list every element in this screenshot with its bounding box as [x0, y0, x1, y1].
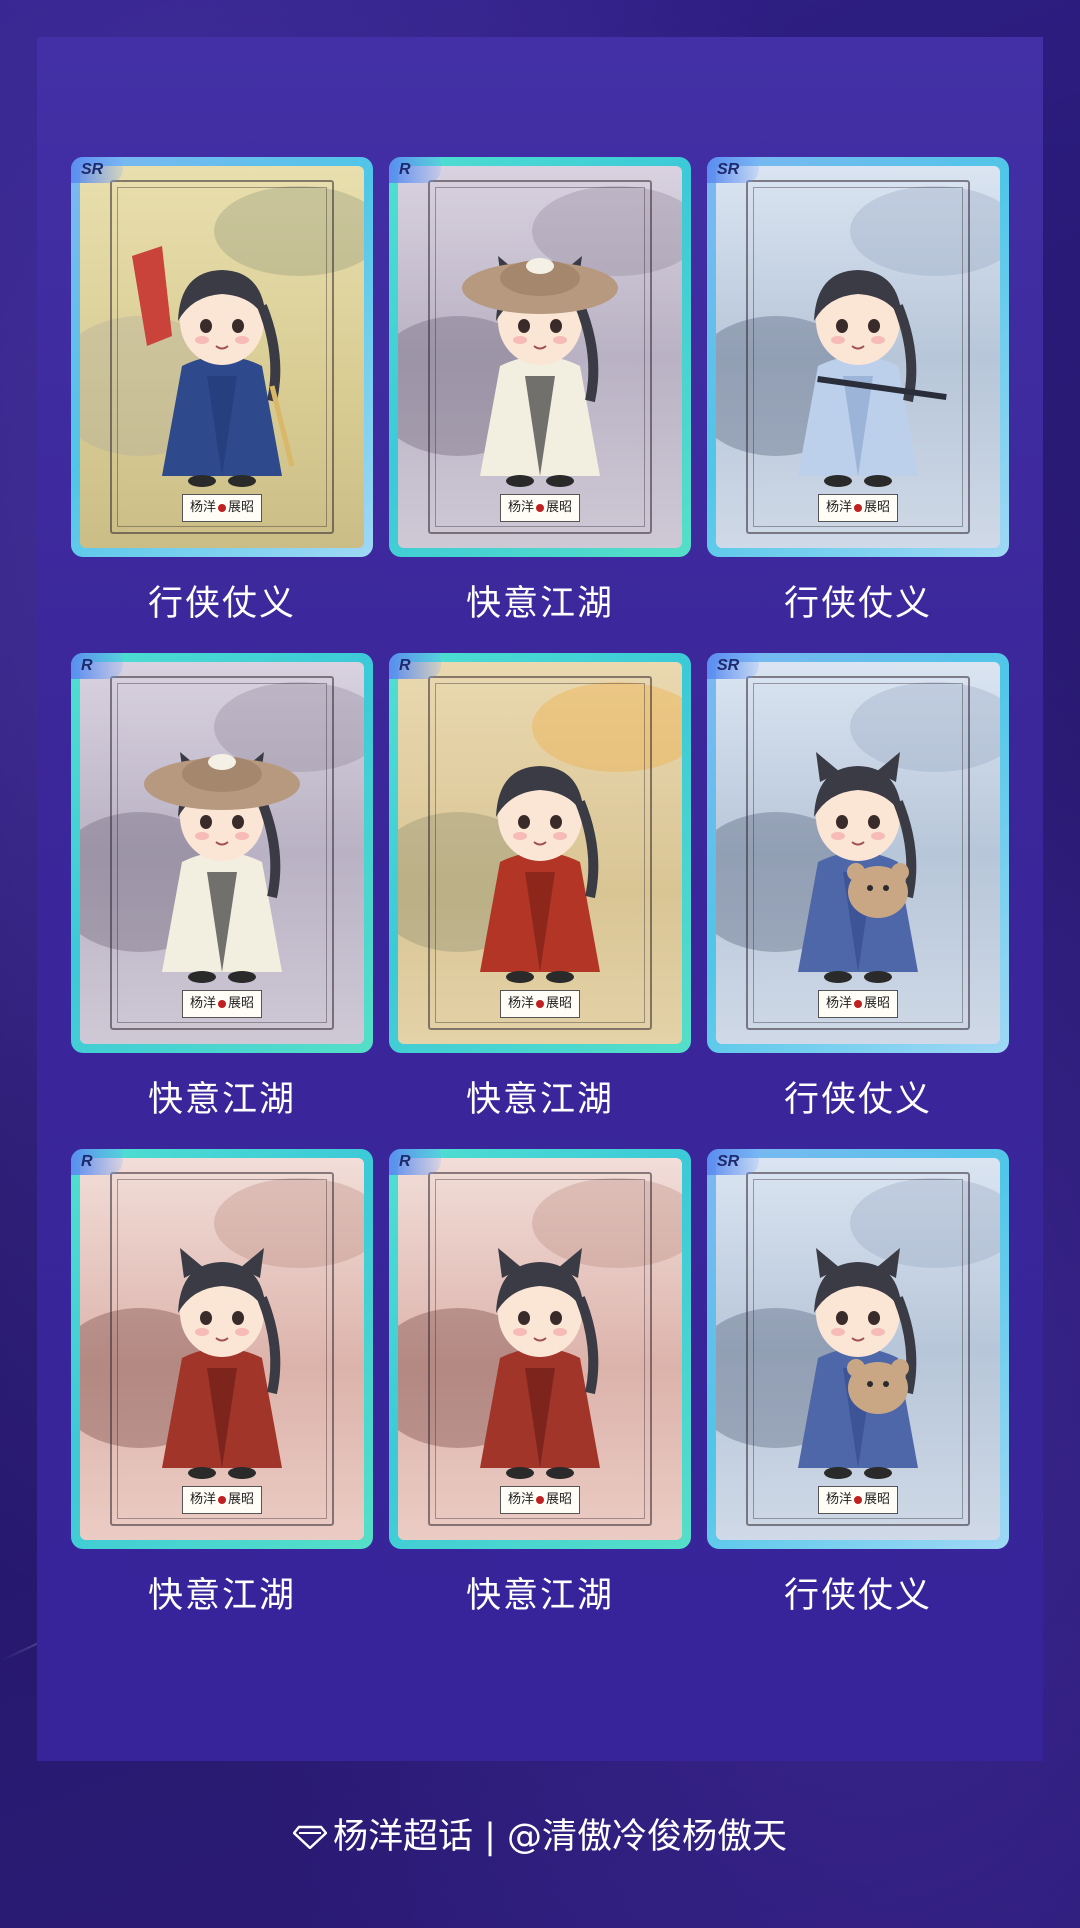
rarity-badge: R [389, 157, 441, 183]
card-item[interactable]: 杨洋 展昭 SR 行侠仗义 [707, 157, 1009, 626]
seal-icon [218, 999, 226, 1008]
logo-text: 杨洋 [189, 996, 216, 1011]
character-illustration [440, 1218, 640, 1492]
card-artwork: 杨洋 展昭 [716, 1158, 1000, 1540]
card-item[interactable]: 杨洋 展昭 R 快意江湖 [389, 1149, 691, 1618]
rarity-badge: R [71, 1149, 123, 1175]
logo-text: 展昭 [546, 500, 573, 515]
footer-text[interactable]: 杨洋超话 | @清傲冷俊杨傲天 [333, 1817, 787, 1857]
card-label: 快意江湖 [147, 1080, 296, 1120]
logo-text: 杨洋 [507, 500, 534, 515]
card-item[interactable]: 杨洋 展昭 R 快意江湖 [71, 1149, 373, 1618]
diamond-icon [292, 1818, 328, 1858]
logo-text: 展昭 [546, 996, 573, 1011]
card-logo: 杨洋 展昭 [818, 1486, 898, 1514]
logo-text: 杨洋 [189, 500, 216, 515]
rarity-badge: SR [707, 157, 759, 183]
seal-icon [854, 1495, 862, 1504]
rarity-badge: SR [71, 157, 123, 183]
card-artwork: 杨洋 展昭 [80, 166, 364, 548]
logo-text: 展昭 [864, 500, 891, 515]
character-illustration [758, 226, 958, 500]
card-item[interactable]: 杨洋 展昭 R 快意江湖 [389, 653, 691, 1122]
seal-icon [218, 503, 226, 512]
card-image[interactable]: 杨洋 展昭 R [71, 1149, 373, 1549]
character-illustration [440, 226, 640, 500]
logo-text: 杨洋 [825, 500, 852, 515]
card-item[interactable]: 杨洋 展昭 SR 行侠仗义 [71, 157, 373, 626]
character-illustration [122, 226, 322, 500]
seal-icon [218, 1495, 226, 1504]
card-artwork: 杨洋 展昭 [716, 662, 1000, 1044]
card-artwork: 杨洋 展昭 [80, 1158, 364, 1540]
logo-text: 杨洋 [825, 1492, 852, 1507]
card-logo: 杨洋 展昭 [182, 1486, 262, 1514]
card-label: 行侠仗义 [783, 1576, 932, 1616]
card-label: 快意江湖 [147, 1576, 296, 1616]
card-image[interactable]: 杨洋 展昭 SR [71, 157, 373, 557]
logo-text: 杨洋 [189, 1492, 216, 1507]
character-illustration [122, 1218, 322, 1492]
card-label: 快意江湖 [465, 1576, 614, 1616]
card-image[interactable]: 杨洋 展昭 R [389, 1149, 691, 1549]
logo-text: 展昭 [546, 1492, 573, 1507]
seal-icon [854, 999, 862, 1008]
card-label: 行侠仗义 [783, 1080, 932, 1120]
rarity-badge: R [71, 653, 123, 679]
card-label: 行侠仗义 [783, 584, 932, 624]
card-label: 快意江湖 [465, 584, 614, 624]
logo-text: 展昭 [864, 996, 891, 1011]
card-logo: 杨洋 展昭 [818, 990, 898, 1018]
card-image[interactable]: 杨洋 展昭 SR [707, 157, 1009, 557]
card-logo: 杨洋 展昭 [182, 494, 262, 522]
card-image[interactable]: 杨洋 展昭 R [389, 653, 691, 1053]
card-image[interactable]: 杨洋 展昭 SR [707, 1149, 1009, 1549]
seal-icon [536, 999, 544, 1008]
rarity-badge: SR [707, 1149, 759, 1175]
character-illustration [122, 722, 322, 996]
logo-text: 杨洋 [507, 1492, 534, 1507]
card-logo: 杨洋 展昭 [818, 494, 898, 522]
logo-text: 展昭 [228, 1492, 255, 1507]
logo-text: 杨洋 [825, 996, 852, 1011]
card-logo: 杨洋 展昭 [182, 990, 262, 1018]
seal-icon [854, 503, 862, 512]
card-artwork: 杨洋 展昭 [398, 1158, 682, 1540]
rarity-badge: R [389, 653, 441, 679]
card-item[interactable]: 杨洋 展昭 SR 行侠仗义 [707, 1149, 1009, 1618]
character-illustration [758, 722, 958, 996]
character-illustration [758, 1218, 958, 1492]
card-item[interactable]: 杨洋 展昭 SR 行侠仗义 [707, 653, 1009, 1122]
card-logo: 杨洋 展昭 [500, 990, 580, 1018]
card-item[interactable]: 杨洋 展昭 R 快意江湖 [71, 653, 373, 1122]
card-artwork: 杨洋 展昭 [716, 166, 1000, 548]
card-logo: 杨洋 展昭 [500, 1486, 580, 1514]
logo-text: 展昭 [228, 500, 255, 515]
character-illustration [440, 722, 640, 996]
page: { "cards": [ {"rarity": "SR", "label": "… [0, 0, 1080, 1928]
logo-text: 展昭 [864, 1492, 891, 1507]
card-image[interactable]: 杨洋 展昭 R [389, 157, 691, 557]
rarity-badge: R [389, 1149, 441, 1175]
card-label: 快意江湖 [465, 1080, 614, 1120]
card-logo: 杨洋 展昭 [500, 494, 580, 522]
card-image[interactable]: 杨洋 展昭 R [71, 653, 373, 1053]
card-artwork: 杨洋 展昭 [398, 662, 682, 1044]
card-item[interactable]: 杨洋 展昭 R 快意江湖 [389, 157, 691, 626]
seal-icon [536, 1495, 544, 1504]
card-image[interactable]: 杨洋 展昭 SR [707, 653, 1009, 1053]
card-label: 行侠仗义 [147, 584, 296, 624]
logo-text: 杨洋 [507, 996, 534, 1011]
card-artwork: 杨洋 展昭 [398, 166, 682, 548]
seal-icon [536, 503, 544, 512]
footer: 杨洋超话 | @清傲冷俊杨傲天 [0, 1808, 1080, 1859]
rarity-badge: SR [707, 653, 759, 679]
logo-text: 展昭 [228, 996, 255, 1011]
card-artwork: 杨洋 展昭 [80, 662, 364, 1044]
